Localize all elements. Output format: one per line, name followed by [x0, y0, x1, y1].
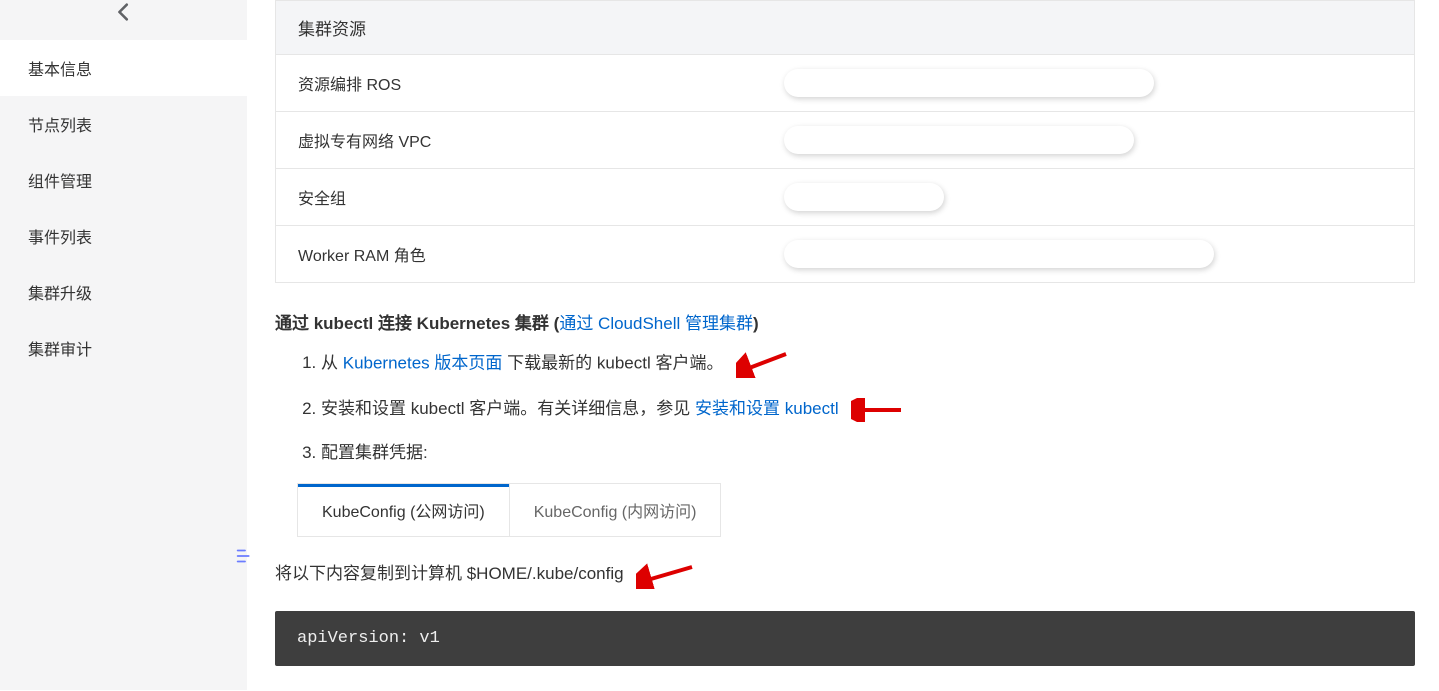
sidebar-item-label: 组件管理	[28, 174, 92, 191]
kubeconfig-code[interactable]: apiVersion: v1	[275, 611, 1415, 666]
redacted-value	[784, 240, 1214, 268]
back-button[interactable]	[0, 0, 247, 40]
collapse-icon	[234, 545, 256, 567]
resource-label: 安全组	[276, 169, 754, 226]
app-layout: 基本信息 节点列表 组件管理 事件列表 集群升级 集群审计 集群资源 资源编排 …	[0, 0, 1439, 690]
redacted-value	[784, 126, 1134, 154]
redacted-value	[784, 69, 1154, 97]
sidebar-item-label: 基本信息	[28, 62, 92, 79]
sidebar-collapse-button[interactable]	[231, 542, 259, 570]
tab-kubeconfig-public[interactable]: KubeConfig (公网访问)	[298, 484, 510, 536]
step-item: 安装和设置 kubectl 客户端。有关详细信息，参见 安装和设置 kubect…	[321, 396, 1415, 422]
step-item: 从 Kubernetes 版本页面 下载最新的 kubectl 客户端。	[321, 350, 1415, 378]
cloudshell-link[interactable]: 通过 CloudShell 管理集群	[559, 314, 753, 333]
resource-value	[754, 169, 1415, 226]
install-kubectl-link[interactable]: 安装和设置 kubectl	[695, 399, 839, 418]
sidebar-item-cluster-upgrade[interactable]: 集群升级	[0, 264, 247, 320]
redacted-value	[784, 183, 944, 211]
annotation-arrow-icon	[636, 561, 696, 589]
kubectl-steps: 从 Kubernetes 版本页面 下载最新的 kubectl 客户端。 安装和…	[275, 350, 1415, 465]
table-row: 虚拟专有网络 VPC	[276, 112, 1415, 169]
tab-kubeconfig-private[interactable]: KubeConfig (内网访问)	[510, 484, 721, 536]
table-row: Worker RAM 角色	[276, 226, 1415, 283]
resource-value	[754, 112, 1415, 169]
sidebar-item-event-list[interactable]: 事件列表	[0, 208, 247, 264]
sidebar-item-label: 节点列表	[28, 118, 92, 135]
copy-instruction: 将以下内容复制到计算机 $HOME/.kube/config	[275, 559, 1415, 589]
sidebar: 基本信息 节点列表 组件管理 事件列表 集群升级 集群审计	[0, 0, 247, 690]
kubeconfig-tabs: KubeConfig (公网访问) KubeConfig (内网访问)	[297, 483, 721, 537]
sidebar-item-basic-info[interactable]: 基本信息	[0, 40, 247, 96]
resource-value	[754, 55, 1415, 112]
table-row: 资源编排 ROS	[276, 55, 1415, 112]
kubectl-section-title: 通过 kubectl 连接 Kubernetes 集群 (通过 CloudShe…	[275, 309, 1415, 334]
sidebar-item-label: 事件列表	[28, 230, 92, 247]
sidebar-item-label: 集群审计	[28, 342, 92, 359]
table-row: 安全组	[276, 169, 1415, 226]
resource-label: Worker RAM 角色	[276, 226, 754, 283]
resource-value	[754, 226, 1415, 283]
kubernetes-version-link[interactable]: Kubernetes 版本页面	[343, 353, 503, 372]
main-content: 集群资源 资源编排 ROS 虚拟专有网络 VPC 安全组 Worker RAM …	[247, 0, 1439, 690]
annotation-arrow-icon	[736, 350, 790, 378]
resource-label: 资源编排 ROS	[276, 55, 754, 112]
cluster-resources-table: 集群资源 资源编排 ROS 虚拟专有网络 VPC 安全组 Worker RAM …	[275, 0, 1415, 283]
resource-label: 虚拟专有网络 VPC	[276, 112, 754, 169]
sidebar-item-cluster-audit[interactable]: 集群审计	[0, 320, 247, 376]
chevron-left-icon	[113, 1, 135, 23]
sidebar-item-node-list[interactable]: 节点列表	[0, 96, 247, 152]
step-item: 配置集群凭据:	[321, 440, 1415, 466]
annotation-arrow-icon	[851, 398, 905, 422]
resources-header: 集群资源	[276, 1, 1415, 55]
sidebar-item-label: 集群升级	[28, 286, 92, 303]
sidebar-item-component-mgmt[interactable]: 组件管理	[0, 152, 247, 208]
